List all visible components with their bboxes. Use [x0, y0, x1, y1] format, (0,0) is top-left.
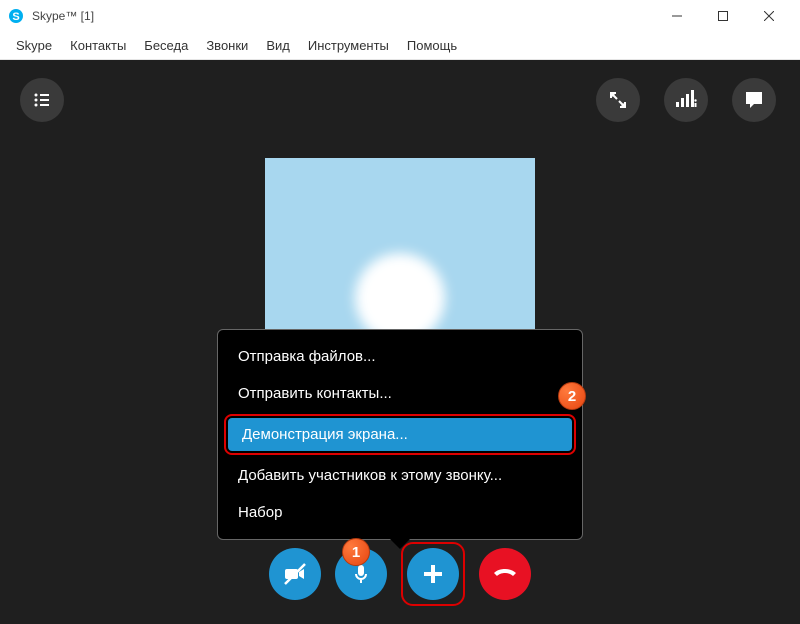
menu-dialpad[interactable]: Набор	[218, 494, 582, 531]
menu-contacts[interactable]: Контакты	[62, 36, 134, 55]
toggle-video-button[interactable]	[269, 548, 321, 600]
close-button[interactable]	[746, 0, 792, 32]
menu-conversation[interactable]: Беседа	[136, 36, 196, 55]
menu-tools[interactable]: Инструменты	[300, 36, 397, 55]
call-controls	[269, 542, 531, 606]
menu-calls[interactable]: Звонки	[198, 36, 256, 55]
svg-text:S: S	[12, 11, 19, 23]
add-button[interactable]	[407, 548, 459, 600]
menu-help[interactable]: Помощь	[399, 36, 465, 55]
menu-send-files[interactable]: Отправка файлов...	[218, 338, 582, 375]
annotation-badge-1: 1	[342, 538, 370, 566]
call-quality-button[interactable]	[664, 78, 708, 122]
chat-button[interactable]	[732, 78, 776, 122]
menu-add-participants[interactable]: Добавить участников к этому звонку...	[218, 457, 582, 494]
fullscreen-button[interactable]	[596, 78, 640, 122]
menu-view[interactable]: Вид	[258, 36, 298, 55]
window-title: Skype™ [1]	[32, 9, 94, 23]
menu-skype[interactable]: Skype	[8, 36, 60, 55]
skype-logo-icon: S	[8, 8, 24, 24]
minimize-button[interactable]	[654, 0, 700, 32]
call-area: Отправка файлов... Отправить контакты...…	[0, 60, 800, 624]
add-button-highlight	[401, 542, 465, 606]
menu-share-screen[interactable]: Демонстрация экрана...	[228, 418, 572, 451]
call-list-button[interactable]	[20, 78, 64, 122]
add-menu-popup: Отправка файлов... Отправить контакты...…	[217, 329, 583, 540]
menu-send-contacts[interactable]: Отправить контакты...	[218, 375, 582, 412]
menu-share-screen-highlight: Демонстрация экрана...	[224, 414, 576, 455]
hangup-button[interactable]	[479, 548, 531, 600]
maximize-button[interactable]	[700, 0, 746, 32]
menubar: Skype Контакты Беседа Звонки Вид Инструм…	[0, 32, 800, 60]
annotation-badge-2: 2	[558, 382, 586, 410]
titlebar: S Skype™ [1]	[0, 0, 800, 32]
